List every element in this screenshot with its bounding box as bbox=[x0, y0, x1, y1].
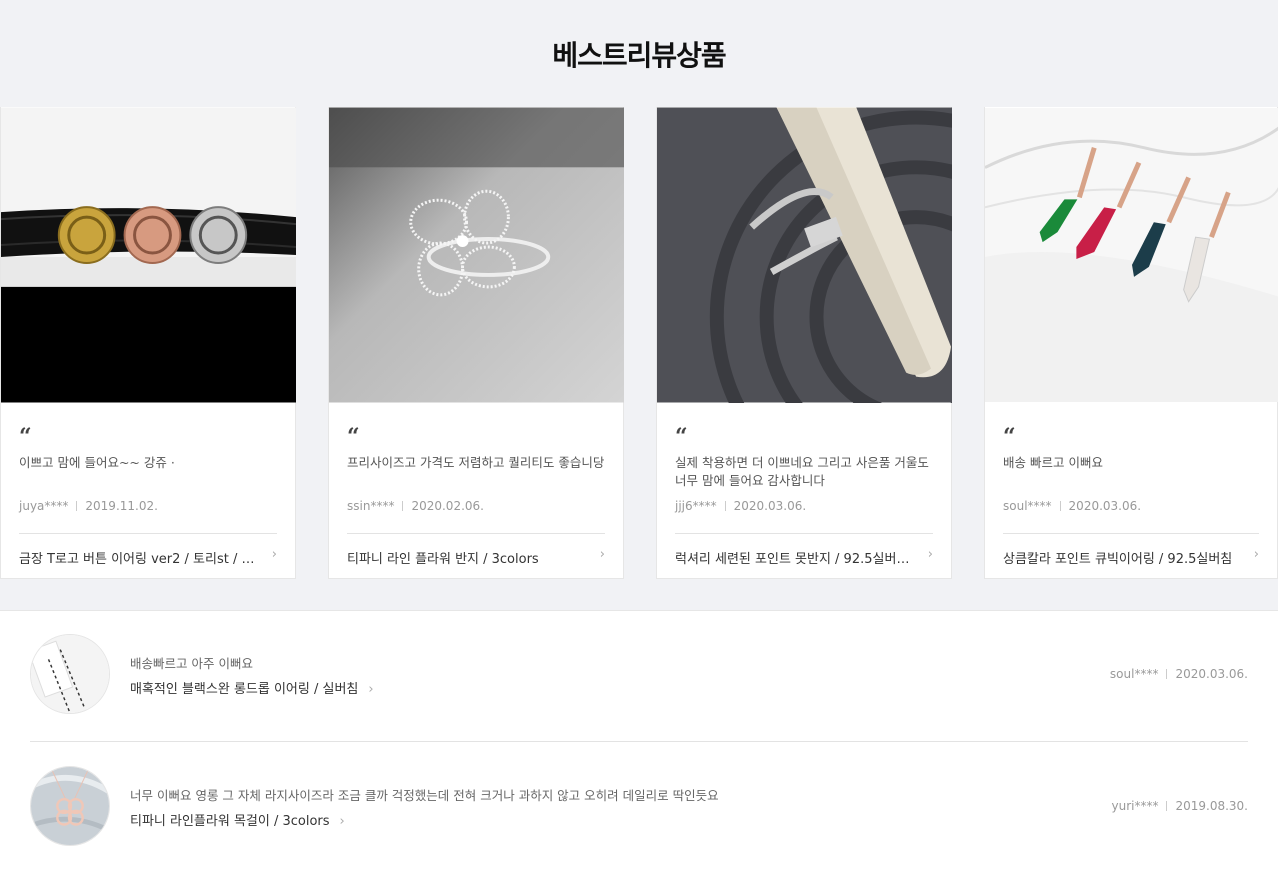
review-card[interactable]: “ 배송 빠르고 이뻐요 soul**** 2020.03.06. 상큼칼라 포인… bbox=[984, 107, 1278, 579]
product-image[interactable] bbox=[657, 107, 952, 403]
meta-separator bbox=[724, 501, 726, 511]
review-text: 프리사이즈고 가격도 저렴하고 퀄리티도 좋습니당 bbox=[347, 455, 605, 470]
quote-icon: “ bbox=[347, 424, 360, 450]
review-date: 2019.08.30. bbox=[1175, 799, 1248, 813]
section-title: 베스트리뷰상품 bbox=[552, 39, 726, 72]
chevron-right-icon[interactable]: › bbox=[1254, 547, 1259, 562]
review-date: 2019.11.02. bbox=[85, 499, 158, 513]
quote-icon: “ bbox=[675, 424, 688, 450]
review-list: 배송빠르고 아주 이뻐요 매혹적인 블랙스완 롱드롭 이어링 / 실버침 › so… bbox=[0, 610, 1278, 873]
flower-necklace-icon bbox=[31, 767, 109, 845]
product-thumbnail[interactable] bbox=[30, 634, 110, 714]
quote-icon: “ bbox=[19, 424, 32, 450]
product-thumbnail[interactable] bbox=[30, 766, 110, 846]
review-user: soul**** bbox=[1003, 499, 1052, 513]
divider bbox=[347, 533, 605, 534]
earring-tory-icon bbox=[1, 107, 296, 403]
cubic-earring-icon bbox=[985, 108, 1278, 402]
product-link[interactable]: 매혹적인 블랙스완 롱드롭 이어링 / 실버침 › bbox=[130, 678, 374, 697]
review-meta: yuri**** 2019.08.30. bbox=[1111, 799, 1248, 813]
review-text: 실제 착용하면 더 이쁘네요 그리고 사은품 거울도 너무 맘에 들어요 감사합… bbox=[675, 455, 929, 488]
review-text: 이쁘고 맘에 들어요~~ 강쥬 · bbox=[19, 455, 175, 470]
review-meta: jjj6**** 2020.03.06. bbox=[675, 499, 806, 513]
list-item[interactable]: 배송빠르고 아주 이뻐요 매혹적인 블랙스완 롱드롭 이어링 / 실버침 › so… bbox=[30, 634, 1248, 714]
review-text: 배송 빠르고 이뻐요 bbox=[1003, 455, 1103, 470]
product-link[interactable]: 상큼칼라 포인트 큐빅이어링 / 92.5실버침 bbox=[1003, 548, 1247, 567]
product-name[interactable]: 티파니 라인플라워 목걸이 / 3colors bbox=[130, 814, 330, 829]
meta-separator bbox=[1166, 801, 1168, 811]
review-meta: soul**** 2020.03.06. bbox=[1110, 667, 1248, 681]
product-image[interactable] bbox=[985, 107, 1278, 403]
flower-ring-icon bbox=[329, 107, 624, 403]
review-user: juya**** bbox=[19, 499, 69, 513]
chevron-right-icon[interactable]: › bbox=[272, 547, 277, 562]
product-link[interactable]: 럭셔리 세련된 포인트 못반지 / 92.5실버제품 bbox=[675, 548, 919, 567]
review-date: 2020.03.06. bbox=[733, 499, 807, 513]
chevron-right-icon[interactable]: › bbox=[340, 814, 345, 829]
product-link[interactable]: 티파니 라인플라워 목걸이 / 3colors › bbox=[130, 810, 345, 829]
review-text: 배송빠르고 아주 이뻐요 bbox=[130, 656, 253, 671]
chevron-right-icon[interactable]: › bbox=[600, 547, 605, 562]
meta-separator bbox=[402, 501, 404, 511]
review-card[interactable]: “ 프리사이즈고 가격도 저렴하고 퀄리티도 좋습니당 ssin**** 2020… bbox=[328, 107, 624, 579]
product-image[interactable] bbox=[329, 107, 624, 403]
chevron-right-icon[interactable]: › bbox=[928, 547, 933, 562]
review-date: 2020.03.06. bbox=[1068, 499, 1142, 513]
review-card[interactable]: “ 실제 착용하면 더 이쁘네요 그리고 사은품 거울도 너무 맘에 들어요 감… bbox=[656, 107, 952, 579]
review-card[interactable]: “ 이쁘고 맘에 들어요~~ 강쥬 · juya**** 2019.11.02. … bbox=[0, 107, 296, 579]
quote-icon: “ bbox=[1003, 424, 1016, 450]
meta-separator bbox=[1166, 669, 1168, 679]
meta-separator bbox=[76, 501, 78, 511]
divider bbox=[19, 533, 277, 534]
product-image[interactable] bbox=[1, 107, 296, 403]
review-text: 너무 이뻐요 영롱 그 자체 라지사이즈라 조금 클까 걱정했는데 전혀 크거나… bbox=[130, 788, 719, 803]
divider bbox=[1003, 533, 1259, 534]
review-user: yuri**** bbox=[1111, 799, 1159, 813]
product-link[interactable]: 티파니 라인 플라워 반지 / 3colors bbox=[347, 548, 591, 567]
black-swan-earring-icon bbox=[31, 635, 109, 713]
divider bbox=[30, 741, 1248, 742]
review-meta: soul**** 2020.03.06. bbox=[1003, 499, 1141, 513]
meta-separator bbox=[1059, 501, 1061, 511]
divider bbox=[675, 533, 933, 534]
product-link[interactable]: 금장 T로고 버튼 이어링 ver2 / 토리st / 실버침 bbox=[19, 548, 263, 567]
product-name[interactable]: 매혹적인 블랙스완 롱드롭 이어링 / 실버침 bbox=[130, 682, 358, 697]
review-date: 2020.02.06. bbox=[411, 499, 484, 513]
review-date: 2020.03.06. bbox=[1175, 667, 1248, 681]
review-user: ssin**** bbox=[347, 499, 395, 513]
review-meta: juya**** 2019.11.02. bbox=[19, 499, 158, 513]
review-user: jjj6**** bbox=[675, 499, 717, 513]
review-user: soul**** bbox=[1109, 667, 1159, 681]
chevron-right-icon[interactable]: › bbox=[368, 682, 373, 697]
nail-ring-icon bbox=[657, 107, 952, 403]
review-meta: ssin**** 2020.02.06. bbox=[347, 499, 484, 513]
list-item[interactable]: 너무 이뻐요 영롱 그 자체 라지사이즈라 조금 클까 걱정했는데 전혀 크거나… bbox=[30, 766, 1248, 846]
